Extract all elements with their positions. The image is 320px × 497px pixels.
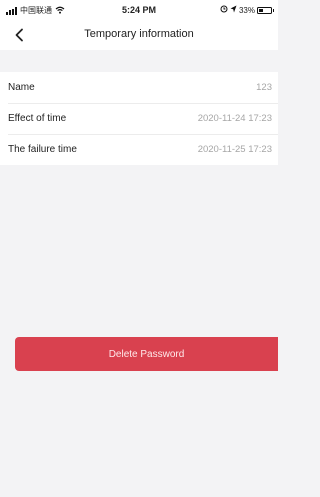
alarm-icon: [220, 5, 228, 15]
row-value: 123: [256, 82, 272, 93]
page-title: Temporary information: [84, 28, 194, 40]
row-value: 2020-11-24 17:23: [197, 113, 272, 124]
row-value: 2020-11-25 17:23: [197, 144, 272, 155]
row-label: Effect of time: [8, 113, 67, 124]
info-row-effect-time: Effect of time 2020-11-24 17:23: [0, 103, 278, 134]
info-list: Name 123 Effect of time 2020-11-24 17:23…: [0, 72, 278, 165]
battery-percent: 33%: [238, 5, 255, 15]
battery-icon: [257, 6, 274, 14]
status-right: 33%: [220, 5, 274, 15]
delete-password-button[interactable]: Delete Password: [15, 337, 278, 371]
info-row-name: Name 123: [0, 72, 278, 103]
row-label: Name: [8, 82, 35, 93]
status-bar: 中国联通 5:24 PM 33%: [0, 0, 278, 20]
nav-bar: Temporary information: [0, 20, 278, 50]
location-icon: [230, 5, 237, 15]
row-label: The failure time: [8, 144, 77, 155]
info-row-failure-time: The failure time 2020-11-25 17:23: [0, 134, 278, 165]
